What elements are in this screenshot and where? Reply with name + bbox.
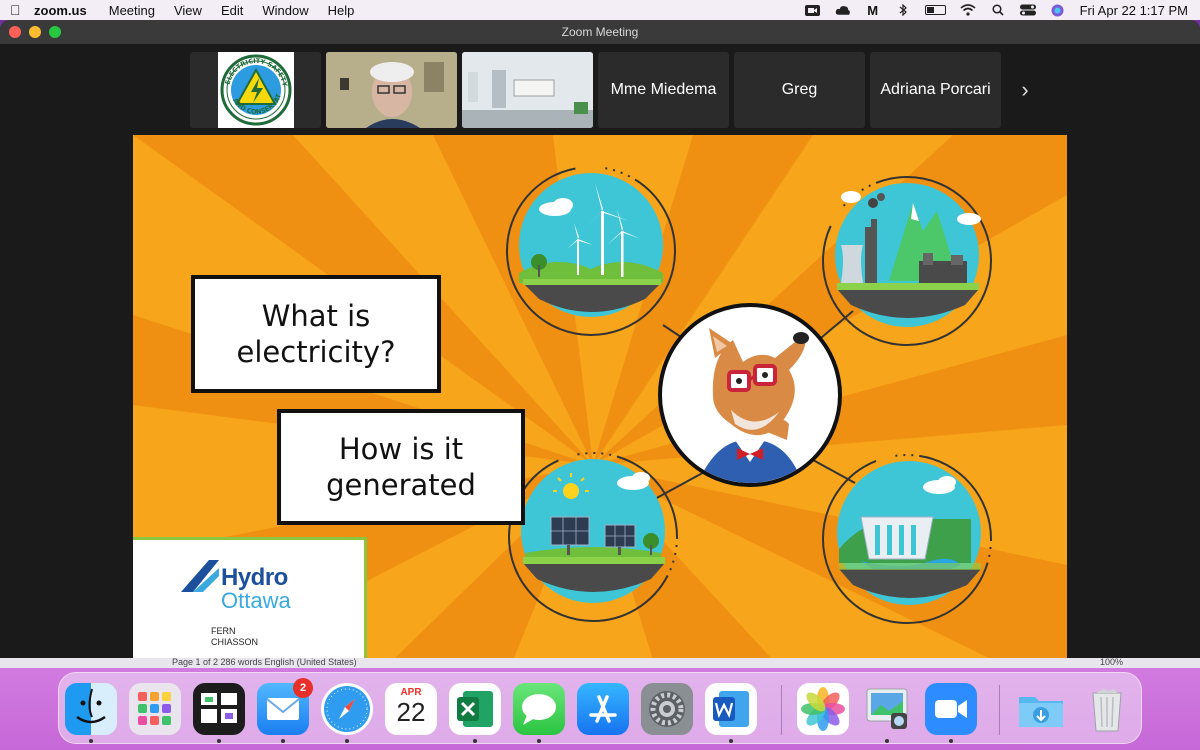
menu-app-name[interactable]: zoom.us xyxy=(34,3,87,18)
zoom-icon[interactable] xyxy=(925,683,977,735)
control-center-icon[interactable] xyxy=(1019,4,1036,16)
maximize-window-button[interactable] xyxy=(49,26,61,38)
battery-icon[interactable] xyxy=(924,5,946,15)
participant-video xyxy=(462,52,593,128)
word-icon[interactable] xyxy=(705,683,757,735)
dock: 2 APR 22 xyxy=(58,672,1142,744)
word-status-text: Page 1 of 2 286 words English (United St… xyxy=(172,658,357,667)
messages-icon[interactable] xyxy=(513,683,565,735)
participant-video xyxy=(326,52,457,128)
launchpad-icon[interactable] xyxy=(129,683,181,735)
calendar-icon[interactable]: APR 22 xyxy=(385,683,437,735)
app-store-icon[interactable] xyxy=(577,683,629,735)
spotlight-search-icon[interactable] xyxy=(990,4,1006,16)
presenter-first-name: FERN xyxy=(211,626,236,636)
close-window-button[interactable] xyxy=(9,26,21,38)
hydro-ottawa-card: Hydro Ottawa FERN CHIASSON xyxy=(133,537,367,660)
dock-separator xyxy=(999,685,1000,735)
wifi-icon[interactable] xyxy=(960,4,976,16)
mission-control-icon[interactable] xyxy=(193,683,245,735)
status-area: M Fri Apr 22 1:17 PM xyxy=(805,0,1188,20)
calendar-day: 22 xyxy=(396,697,426,727)
minimize-window-button[interactable] xyxy=(29,26,41,38)
question-how-is-it-generated: How is it generated xyxy=(277,409,525,525)
presenter-last-name: CHIASSON xyxy=(211,637,259,648)
question-text: What is electricity? xyxy=(236,298,396,369)
participant-tile-mme-miedema[interactable]: Mme Miedema xyxy=(598,52,729,128)
word-zoom-text: 100% xyxy=(1100,658,1124,667)
downloads-icon[interactable] xyxy=(1015,683,1067,735)
shared-screen-slide: What is electricity? How is it generated… xyxy=(133,135,1067,660)
hydro-ottawa-logo-mark xyxy=(181,560,219,592)
trash-icon[interactable] xyxy=(1081,683,1133,735)
participant-name: Mme Miedema xyxy=(610,81,717,98)
system-preferences-icon[interactable] xyxy=(641,683,693,735)
apple-menu-icon[interactable]:  xyxy=(10,2,34,18)
presenter-name: FERN CHIASSON xyxy=(211,626,258,649)
participant-tile-active-speaker[interactable] xyxy=(326,52,457,128)
preview-icon[interactable] xyxy=(861,683,913,735)
cloud-icon[interactable] xyxy=(835,5,851,16)
participant-name: Greg xyxy=(781,81,818,98)
finder-icon[interactable] xyxy=(65,683,117,735)
bluetooth-icon[interactable] xyxy=(895,4,911,16)
menu-meeting[interactable]: Meeting xyxy=(109,3,155,18)
mail-unread-badge: 2 xyxy=(293,678,313,698)
excel-icon[interactable] xyxy=(449,683,501,735)
gmail-icon[interactable]: M xyxy=(865,3,881,18)
window-title: Zoom Meeting xyxy=(561,25,639,39)
menu-edit[interactable]: Edit xyxy=(221,3,243,18)
background-word-status-bar: Page 1 of 2 286 words English (United St… xyxy=(0,658,1200,668)
question-text: How is it generated xyxy=(326,431,476,502)
siri-icon[interactable] xyxy=(1050,4,1066,16)
participant-tile-adriana-porcari[interactable]: Adriana Porcari xyxy=(870,52,1001,128)
window-titlebar: Zoom Meeting xyxy=(0,20,1200,44)
ottawa-logo-word: Ottawa xyxy=(221,588,291,613)
safety-logo: ELECTRICITY SAFETY AND CONSERVATION xyxy=(217,52,294,128)
menu-window[interactable]: Window xyxy=(262,3,308,18)
dock-separator xyxy=(781,685,782,735)
safari-icon[interactable] xyxy=(321,683,373,735)
menu-bar:  zoom.us Meeting View Edit Window Help … xyxy=(0,0,1200,20)
wind-turbine-illustration xyxy=(506,166,676,336)
participant-name: Adriana Porcari xyxy=(880,81,991,98)
power-plant-illustration xyxy=(822,176,992,346)
participant-tile-greg[interactable]: Greg xyxy=(734,52,865,128)
menu-view[interactable]: View xyxy=(174,3,202,18)
participant-strip: ELECTRICITY SAFETY AND CONSERVATION xyxy=(190,52,1001,128)
solar-panel-illustration xyxy=(508,452,678,622)
menu-clock[interactable]: Fri Apr 22 1:17 PM xyxy=(1080,3,1188,18)
hydro-dam-illustration xyxy=(822,454,992,624)
chevron-right-icon[interactable]: › xyxy=(1010,52,1040,128)
question-what-is-electricity: What is electricity? xyxy=(191,275,441,393)
participant-tile-classroom[interactable] xyxy=(462,52,593,128)
zoom-status-icon[interactable] xyxy=(805,4,821,16)
participant-tile-logo[interactable]: ELECTRICITY SAFETY AND CONSERVATION xyxy=(190,52,321,128)
menu-help[interactable]: Help xyxy=(328,3,355,18)
photos-icon[interactable] xyxy=(797,683,849,735)
